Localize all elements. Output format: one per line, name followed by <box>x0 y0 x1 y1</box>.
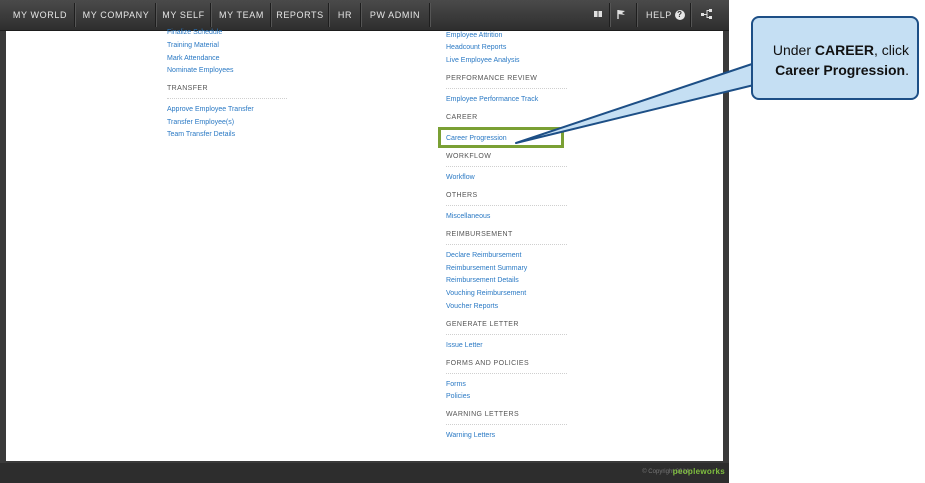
callout-suffix: . <box>905 62 909 78</box>
callout-target: Career Progression <box>775 62 906 78</box>
instruction-callout: Under CAREER, click Career Progression. <box>751 16 919 100</box>
callout-middle: , click <box>874 42 909 58</box>
callout-section: CAREER <box>814 42 874 58</box>
callout-prefix: Under <box>772 42 815 58</box>
